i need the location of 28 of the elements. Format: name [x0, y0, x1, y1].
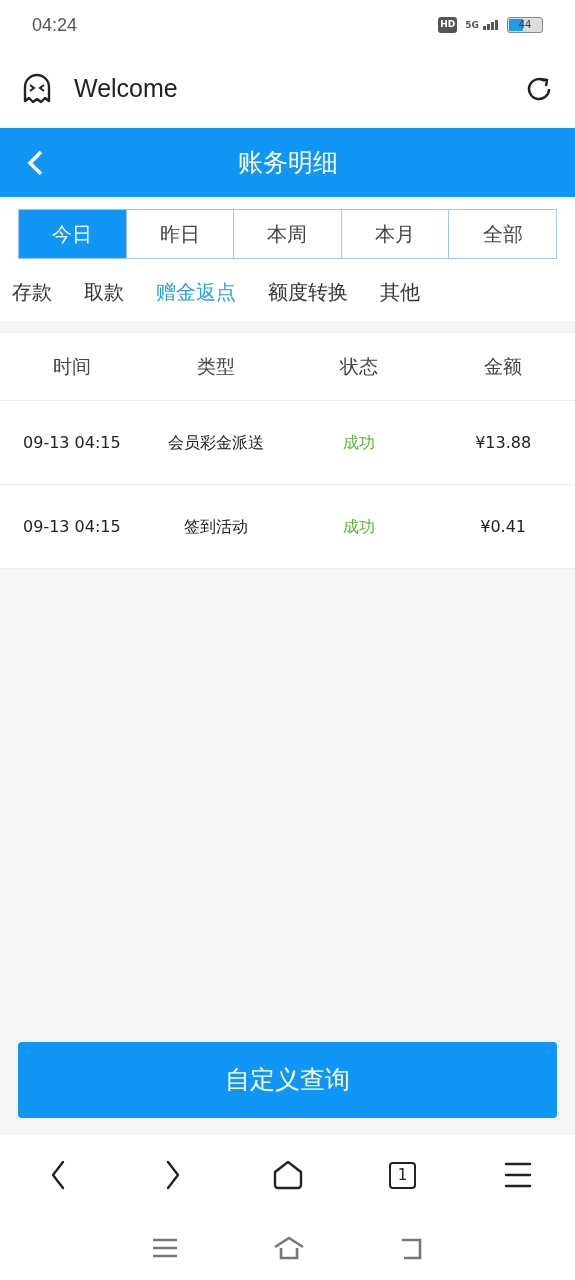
signal-icon [483, 20, 499, 30]
table-cell-text: 成功 [342, 431, 377, 454]
table-cell-text: 签到活动 [182, 515, 249, 538]
category-tab[interactable]: 取款 [84, 277, 124, 307]
column-header: 类型 [195, 354, 236, 380]
back-icon[interactable] [49, 1160, 66, 1190]
hd-badge: HD [438, 17, 458, 33]
column-header: 状态 [339, 354, 380, 380]
status-time: 04:24 [32, 13, 78, 37]
category-tab[interactable]: 存款 [12, 277, 52, 307]
ghost-icon [22, 73, 52, 105]
refresh-icon[interactable] [525, 75, 553, 103]
network-label: 5G [465, 21, 479, 30]
table-cell-text: 09-13 04:15 [22, 515, 122, 538]
table-cell-text: 成功 [342, 515, 377, 538]
table-cell-text: 会员彩金派送 [166, 431, 265, 454]
category-tab[interactable]: 额度转换 [268, 277, 348, 307]
column-header: 金额 [483, 354, 524, 380]
page-title: Welcome [74, 73, 179, 105]
table-cell-text: 09-13 04:15 [22, 431, 122, 454]
table-cell-text: ¥0.41 [479, 515, 528, 538]
menu-icon[interactable] [151, 1237, 178, 1258]
home-icon[interactable] [272, 1235, 305, 1260]
table-cell-text: ¥13.88 [474, 431, 533, 454]
category-tab[interactable]: 其他 [380, 277, 420, 307]
column-header: 时间 [51, 354, 92, 380]
header-title: 账务明细 [237, 146, 338, 179]
forward-icon[interactable] [164, 1160, 181, 1190]
